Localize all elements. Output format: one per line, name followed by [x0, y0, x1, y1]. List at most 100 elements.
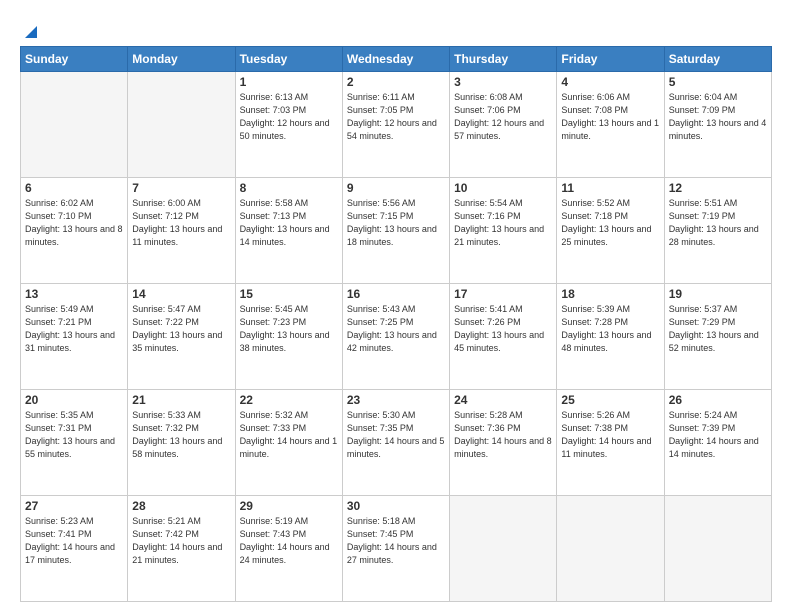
day-info: Sunrise: 5:35 AM Sunset: 7:31 PM Dayligh…	[25, 409, 123, 461]
day-number: 12	[669, 181, 767, 195]
day-info: Sunrise: 6:13 AM Sunset: 7:03 PM Dayligh…	[240, 91, 338, 143]
day-number: 18	[561, 287, 659, 301]
day-number: 2	[347, 75, 445, 89]
table-row: 26 Sunrise: 5:24 AM Sunset: 7:39 PM Dayli…	[664, 390, 771, 496]
table-row: 19 Sunrise: 5:37 AM Sunset: 7:29 PM Dayli…	[664, 284, 771, 390]
table-row: 8Sunrise: 5:58 AM Sunset: 7:13 PM Daylig…	[235, 178, 342, 284]
day-info: Sunrise: 5:32 AM Sunset: 7:33 PM Dayligh…	[240, 409, 338, 461]
table-row: 6 Sunrise: 6:02 AM Sunset: 7:10 PM Daylig…	[21, 178, 128, 284]
col-thursday: Thursday	[450, 47, 557, 72]
day-number: 3	[454, 75, 552, 89]
day-number: 11	[561, 181, 659, 195]
table-row: 1 Sunrise: 6:13 AM Sunset: 7:03 PM Daylig…	[235, 72, 342, 178]
page: Sunday Monday Tuesday Wednesday Thursday…	[0, 0, 792, 612]
day-number: 27	[25, 499, 123, 513]
day-number: 20	[25, 393, 123, 407]
day-info: Sunrise: 6:11 AM Sunset: 7:05 PM Dayligh…	[347, 91, 445, 143]
day-info: Sunrise: 5:21 AM Sunset: 7:42 PM Dayligh…	[132, 515, 230, 567]
day-number: 4	[561, 75, 659, 89]
day-info: Sunrise: 6:08 AM Sunset: 7:06 PM Dayligh…	[454, 91, 552, 143]
day-info: Sunrise: 5:43 AM Sunset: 7:25 PM Dayligh…	[347, 303, 445, 355]
day-info: Sunrise: 5:47 AM Sunset: 7:22 PM Dayligh…	[132, 303, 230, 355]
table-row: 25 Sunrise: 5:26 AM Sunset: 7:38 PM Dayli…	[557, 390, 664, 496]
day-number: 22	[240, 393, 338, 407]
col-sunday: Sunday	[21, 47, 128, 72]
day-number: 10	[454, 181, 552, 195]
calendar-table: Sunday Monday Tuesday Wednesday Thursday…	[20, 46, 772, 602]
table-row	[21, 72, 128, 178]
table-row	[557, 496, 664, 602]
table-row: 17Sunrise: 5:41 AM Sunset: 7:26 PM Dayli…	[450, 284, 557, 390]
day-number: 9	[347, 181, 445, 195]
table-row: 9 Sunrise: 5:56 AM Sunset: 7:15 PM Daylig…	[342, 178, 449, 284]
table-row: 23 Sunrise: 5:30 AM Sunset: 7:35 PM Dayli…	[342, 390, 449, 496]
table-row: 10 Sunrise: 5:54 AM Sunset: 7:16 PM Dayli…	[450, 178, 557, 284]
day-number: 29	[240, 499, 338, 513]
day-info: Sunrise: 5:30 AM Sunset: 7:35 PM Dayligh…	[347, 409, 445, 461]
day-info: Sunrise: 6:02 AM Sunset: 7:10 PM Dayligh…	[25, 197, 123, 249]
day-info: Sunrise: 5:23 AM Sunset: 7:41 PM Dayligh…	[25, 515, 123, 567]
table-row: 29 Sunrise: 5:19 AM Sunset: 7:43 PM Dayli…	[235, 496, 342, 602]
table-row: 22 Sunrise: 5:32 AM Sunset: 7:33 PM Dayli…	[235, 390, 342, 496]
day-number: 24	[454, 393, 552, 407]
day-number: 17	[454, 287, 552, 301]
day-info: Sunrise: 5:18 AM Sunset: 7:45 PM Dayligh…	[347, 515, 445, 567]
col-friday: Friday	[557, 47, 664, 72]
day-info: Sunrise: 6:04 AM Sunset: 7:09 PM Dayligh…	[669, 91, 767, 143]
day-info: Sunrise: 5:49 AM Sunset: 7:21 PM Dayligh…	[25, 303, 123, 355]
table-row: 24 Sunrise: 5:28 AM Sunset: 7:36 PM Dayli…	[450, 390, 557, 496]
table-row: 18 Sunrise: 5:39 AM Sunset: 7:28 PM Dayli…	[557, 284, 664, 390]
table-row: 5Sunrise: 6:04 AM Sunset: 7:09 PM Daylig…	[664, 72, 771, 178]
calendar-week-row: 1 Sunrise: 6:13 AM Sunset: 7:03 PM Daylig…	[21, 72, 772, 178]
day-info: Sunrise: 5:52 AM Sunset: 7:18 PM Dayligh…	[561, 197, 659, 249]
table-row: 27 Sunrise: 5:23 AM Sunset: 7:41 PM Dayli…	[21, 496, 128, 602]
day-number: 30	[347, 499, 445, 513]
day-info: Sunrise: 5:51 AM Sunset: 7:19 PM Dayligh…	[669, 197, 767, 249]
col-tuesday: Tuesday	[235, 47, 342, 72]
day-number: 6	[25, 181, 123, 195]
logo-triangle-icon	[23, 24, 39, 40]
day-info: Sunrise: 6:00 AM Sunset: 7:12 PM Dayligh…	[132, 197, 230, 249]
table-row: 21 Sunrise: 5:33 AM Sunset: 7:32 PM Dayli…	[128, 390, 235, 496]
day-info: Sunrise: 5:45 AM Sunset: 7:23 PM Dayligh…	[240, 303, 338, 355]
day-number: 15	[240, 287, 338, 301]
day-number: 21	[132, 393, 230, 407]
day-number: 23	[347, 393, 445, 407]
day-info: Sunrise: 5:37 AM Sunset: 7:29 PM Dayligh…	[669, 303, 767, 355]
day-number: 19	[669, 287, 767, 301]
day-info: Sunrise: 5:19 AM Sunset: 7:43 PM Dayligh…	[240, 515, 338, 567]
day-info: Sunrise: 5:26 AM Sunset: 7:38 PM Dayligh…	[561, 409, 659, 461]
day-info: Sunrise: 5:24 AM Sunset: 7:39 PM Dayligh…	[669, 409, 767, 461]
day-number: 1	[240, 75, 338, 89]
calendar-header-row: Sunday Monday Tuesday Wednesday Thursday…	[21, 47, 772, 72]
table-row	[450, 496, 557, 602]
day-number: 26	[669, 393, 767, 407]
table-row: 13 Sunrise: 5:49 AM Sunset: 7:21 PM Dayli…	[21, 284, 128, 390]
table-row	[128, 72, 235, 178]
day-number: 7	[132, 181, 230, 195]
day-info: Sunrise: 5:56 AM Sunset: 7:15 PM Dayligh…	[347, 197, 445, 249]
col-saturday: Saturday	[664, 47, 771, 72]
table-row: 14 Sunrise: 5:47 AM Sunset: 7:22 PM Dayli…	[128, 284, 235, 390]
table-row: 2 Sunrise: 6:11 AM Sunset: 7:05 PM Daylig…	[342, 72, 449, 178]
day-number: 25	[561, 393, 659, 407]
day-number: 28	[132, 499, 230, 513]
day-number: 13	[25, 287, 123, 301]
day-info: Sunrise: 6:06 AM Sunset: 7:08 PM Dayligh…	[561, 91, 659, 143]
calendar-week-row: 6 Sunrise: 6:02 AM Sunset: 7:10 PM Daylig…	[21, 178, 772, 284]
table-row: 7 Sunrise: 6:00 AM Sunset: 7:12 PM Daylig…	[128, 178, 235, 284]
day-info: Sunrise: 5:33 AM Sunset: 7:32 PM Dayligh…	[132, 409, 230, 461]
calendar-week-row: 13 Sunrise: 5:49 AM Sunset: 7:21 PM Dayli…	[21, 284, 772, 390]
day-info: Sunrise: 5:58 AM Sunset: 7:13 PM Dayligh…	[240, 197, 338, 249]
table-row: 28 Sunrise: 5:21 AM Sunset: 7:42 PM Dayli…	[128, 496, 235, 602]
table-row: 30 Sunrise: 5:18 AM Sunset: 7:45 PM Dayli…	[342, 496, 449, 602]
day-info: Sunrise: 5:54 AM Sunset: 7:16 PM Dayligh…	[454, 197, 552, 249]
col-monday: Monday	[128, 47, 235, 72]
calendar-week-row: 20 Sunrise: 5:35 AM Sunset: 7:31 PM Dayli…	[21, 390, 772, 496]
day-number: 14	[132, 287, 230, 301]
day-info: Sunrise: 5:39 AM Sunset: 7:28 PM Dayligh…	[561, 303, 659, 355]
day-info: Sunrise: 5:28 AM Sunset: 7:36 PM Dayligh…	[454, 409, 552, 461]
table-row	[664, 496, 771, 602]
table-row: 15 Sunrise: 5:45 AM Sunset: 7:23 PM Dayli…	[235, 284, 342, 390]
calendar-week-row: 27 Sunrise: 5:23 AM Sunset: 7:41 PM Dayli…	[21, 496, 772, 602]
